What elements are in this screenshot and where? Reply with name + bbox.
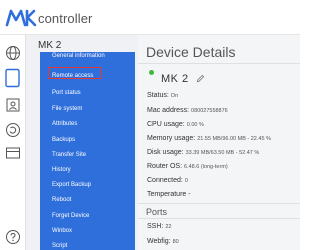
menu-item-port-status[interactable]: Port status bbox=[52, 89, 81, 97]
port-row-webfig: Webfig: 80 bbox=[147, 238, 179, 245]
menu-item-history[interactable]: History bbox=[52, 166, 71, 174]
page-title: Device Details bbox=[146, 44, 236, 60]
menu-item-winbox[interactable]: Winbox bbox=[52, 227, 72, 235]
ports-divider bbox=[138, 203, 300, 204]
device-menu: General information Remote access Port s… bbox=[40, 52, 135, 250]
menu-item-export-backup[interactable]: Export Backup bbox=[52, 181, 91, 189]
detail-row-router-os: Router OS: 6.48.6 (long-term) bbox=[147, 163, 228, 170]
logo-text: controller bbox=[38, 10, 93, 26]
ports-section-title: Ports bbox=[146, 207, 168, 217]
title-divider bbox=[138, 63, 300, 64]
top-bar: controller bbox=[0, 0, 300, 35]
globe-icon[interactable] bbox=[5, 45, 21, 61]
status-online-indicator bbox=[149, 70, 154, 75]
ports-title-divider bbox=[138, 218, 300, 219]
device-icon[interactable] bbox=[4, 68, 21, 88]
logo-mark-icon bbox=[5, 9, 37, 27]
help-icon[interactable] bbox=[5, 229, 21, 245]
menu-item-backups[interactable]: Backups bbox=[52, 136, 75, 144]
device-name-heading: MK 2 bbox=[161, 73, 189, 85]
card-icon[interactable] bbox=[5, 145, 21, 161]
refresh-icon[interactable] bbox=[5, 122, 21, 138]
menu-item-transfer-site[interactable]: Transfer Site bbox=[52, 151, 86, 159]
edit-pencil-icon[interactable] bbox=[196, 74, 205, 83]
icon-rail bbox=[0, 35, 26, 250]
detail-row-disk: Disk usage: 33.39 MB/63.50 MB - 52.47 % bbox=[147, 149, 260, 156]
detail-row-memory: Memory usage: 21.55 MB/96.00 MB - 22.45 % bbox=[147, 135, 271, 142]
app-logo[interactable]: controller bbox=[5, 8, 92, 28]
menu-item-file-system[interactable]: File system bbox=[52, 105, 82, 113]
detail-row-connected: Connected: 0 bbox=[147, 177, 188, 184]
detail-row-cpu: CPU usage: 0.00 % bbox=[147, 121, 204, 128]
user-profile-icon[interactable] bbox=[5, 97, 21, 113]
detail-row-temperature: Temperature - bbox=[147, 191, 191, 198]
menu-item-attributes[interactable]: Attributes bbox=[52, 120, 77, 128]
menu-item-forget-device[interactable]: Forget Device bbox=[52, 212, 89, 220]
port-row-ssh: SSH: 22 bbox=[147, 223, 172, 230]
menu-item-script[interactable]: Script bbox=[52, 242, 67, 250]
remote-access-highlight bbox=[48, 67, 101, 79]
sidebar-device-name: MK 2 bbox=[38, 40, 62, 51]
menu-item-general-information[interactable]: General information bbox=[52, 52, 112, 60]
menu-item-reboot[interactable]: Reboot bbox=[52, 196, 71, 204]
detail-row-mac: Mac address: 080027558876 bbox=[147, 107, 228, 114]
detail-row-status: Status: On bbox=[147, 92, 179, 99]
